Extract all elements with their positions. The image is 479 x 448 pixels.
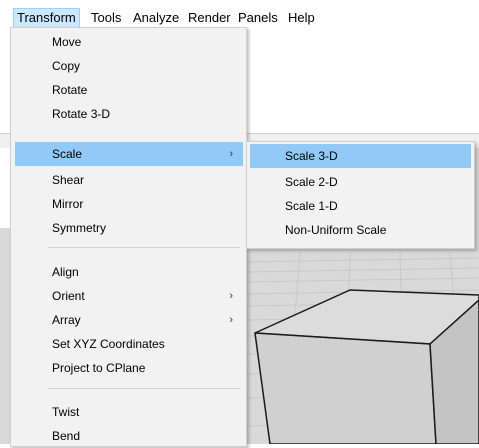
- menu-item-bend[interactable]: Bend: [15, 424, 243, 448]
- menu-item-label: Move: [52, 35, 82, 49]
- menu-item-project-to-cplane[interactable]: Project to CPlane: [15, 356, 243, 380]
- menu-item-label: Rotate: [52, 83, 88, 97]
- menu-tools[interactable]: Tools: [88, 8, 124, 28]
- menu-item-move[interactable]: Move: [15, 30, 243, 54]
- menu-analyze[interactable]: Analyze: [130, 8, 182, 28]
- menu-transform[interactable]: Transform: [13, 8, 80, 28]
- scale-submenu: Scale 3-D Scale 2-D Scale 1-D Non-Unifor…: [246, 141, 475, 249]
- menu-item-label: Mirror: [52, 197, 84, 211]
- menu-item-label: Orient: [52, 289, 85, 303]
- menu-item-symmetry[interactable]: Symmetry: [15, 216, 243, 240]
- menu-item-scale[interactable]: Scale ›: [15, 142, 243, 166]
- menu-item-align[interactable]: Align: [15, 260, 243, 284]
- menu-panels[interactable]: Panels: [235, 8, 281, 28]
- menu-item-label: Set XYZ Coordinates: [52, 337, 165, 351]
- box-object: [254, 289, 479, 444]
- menu-item-mirror[interactable]: Mirror: [15, 192, 243, 216]
- menu-item-label: Copy: [52, 59, 81, 73]
- chevron-right-icon: ›: [229, 314, 233, 326]
- menu-item-label: Align: [52, 265, 79, 279]
- menu-item-label: Bend: [52, 429, 81, 443]
- menu-help[interactable]: Help: [285, 8, 318, 28]
- submenu-item-scale-1d[interactable]: Scale 1-D: [250, 194, 471, 218]
- menu-item-twist[interactable]: Twist: [15, 400, 243, 424]
- menu-item-label: Twist: [52, 405, 80, 419]
- menu-item-label: Scale: [52, 147, 83, 161]
- menu-separator: [48, 388, 240, 389]
- menu-render[interactable]: Render: [185, 8, 234, 28]
- menu-item-orient[interactable]: Orient ›: [15, 284, 243, 308]
- menu-item-label: Shear: [52, 173, 85, 187]
- submenu-item-scale-3d[interactable]: Scale 3-D: [250, 144, 471, 168]
- menu-item-label: Array: [52, 313, 81, 327]
- menu-item-rotate-3d[interactable]: Rotate 3-D: [15, 102, 243, 126]
- menu-item-rotate[interactable]: Rotate: [15, 78, 243, 102]
- chevron-right-icon: ›: [229, 290, 233, 302]
- menu-item-array[interactable]: Array ›: [15, 308, 243, 332]
- menu-item-set-xyz-coordinates[interactable]: Set XYZ Coordinates: [15, 332, 243, 356]
- menu-item-label: Rotate 3-D: [52, 107, 111, 121]
- submenu-item-scale-2d[interactable]: Scale 2-D: [250, 170, 471, 194]
- transform-dropdown-menu: Move Copy Rotate Rotate 3-D Scale › Shear…: [10, 27, 247, 447]
- menu-item-copy[interactable]: Copy: [15, 54, 243, 78]
- submenu-item-non-uniform-scale[interactable]: Non-Uniform Scale: [250, 218, 471, 242]
- menu-item-label: Symmetry: [52, 221, 106, 235]
- menu-item-label: Project to CPlane: [52, 361, 146, 375]
- chevron-right-icon: ›: [229, 148, 233, 160]
- menu-separator: [48, 247, 240, 248]
- menu-item-shear[interactable]: Shear: [15, 168, 243, 192]
